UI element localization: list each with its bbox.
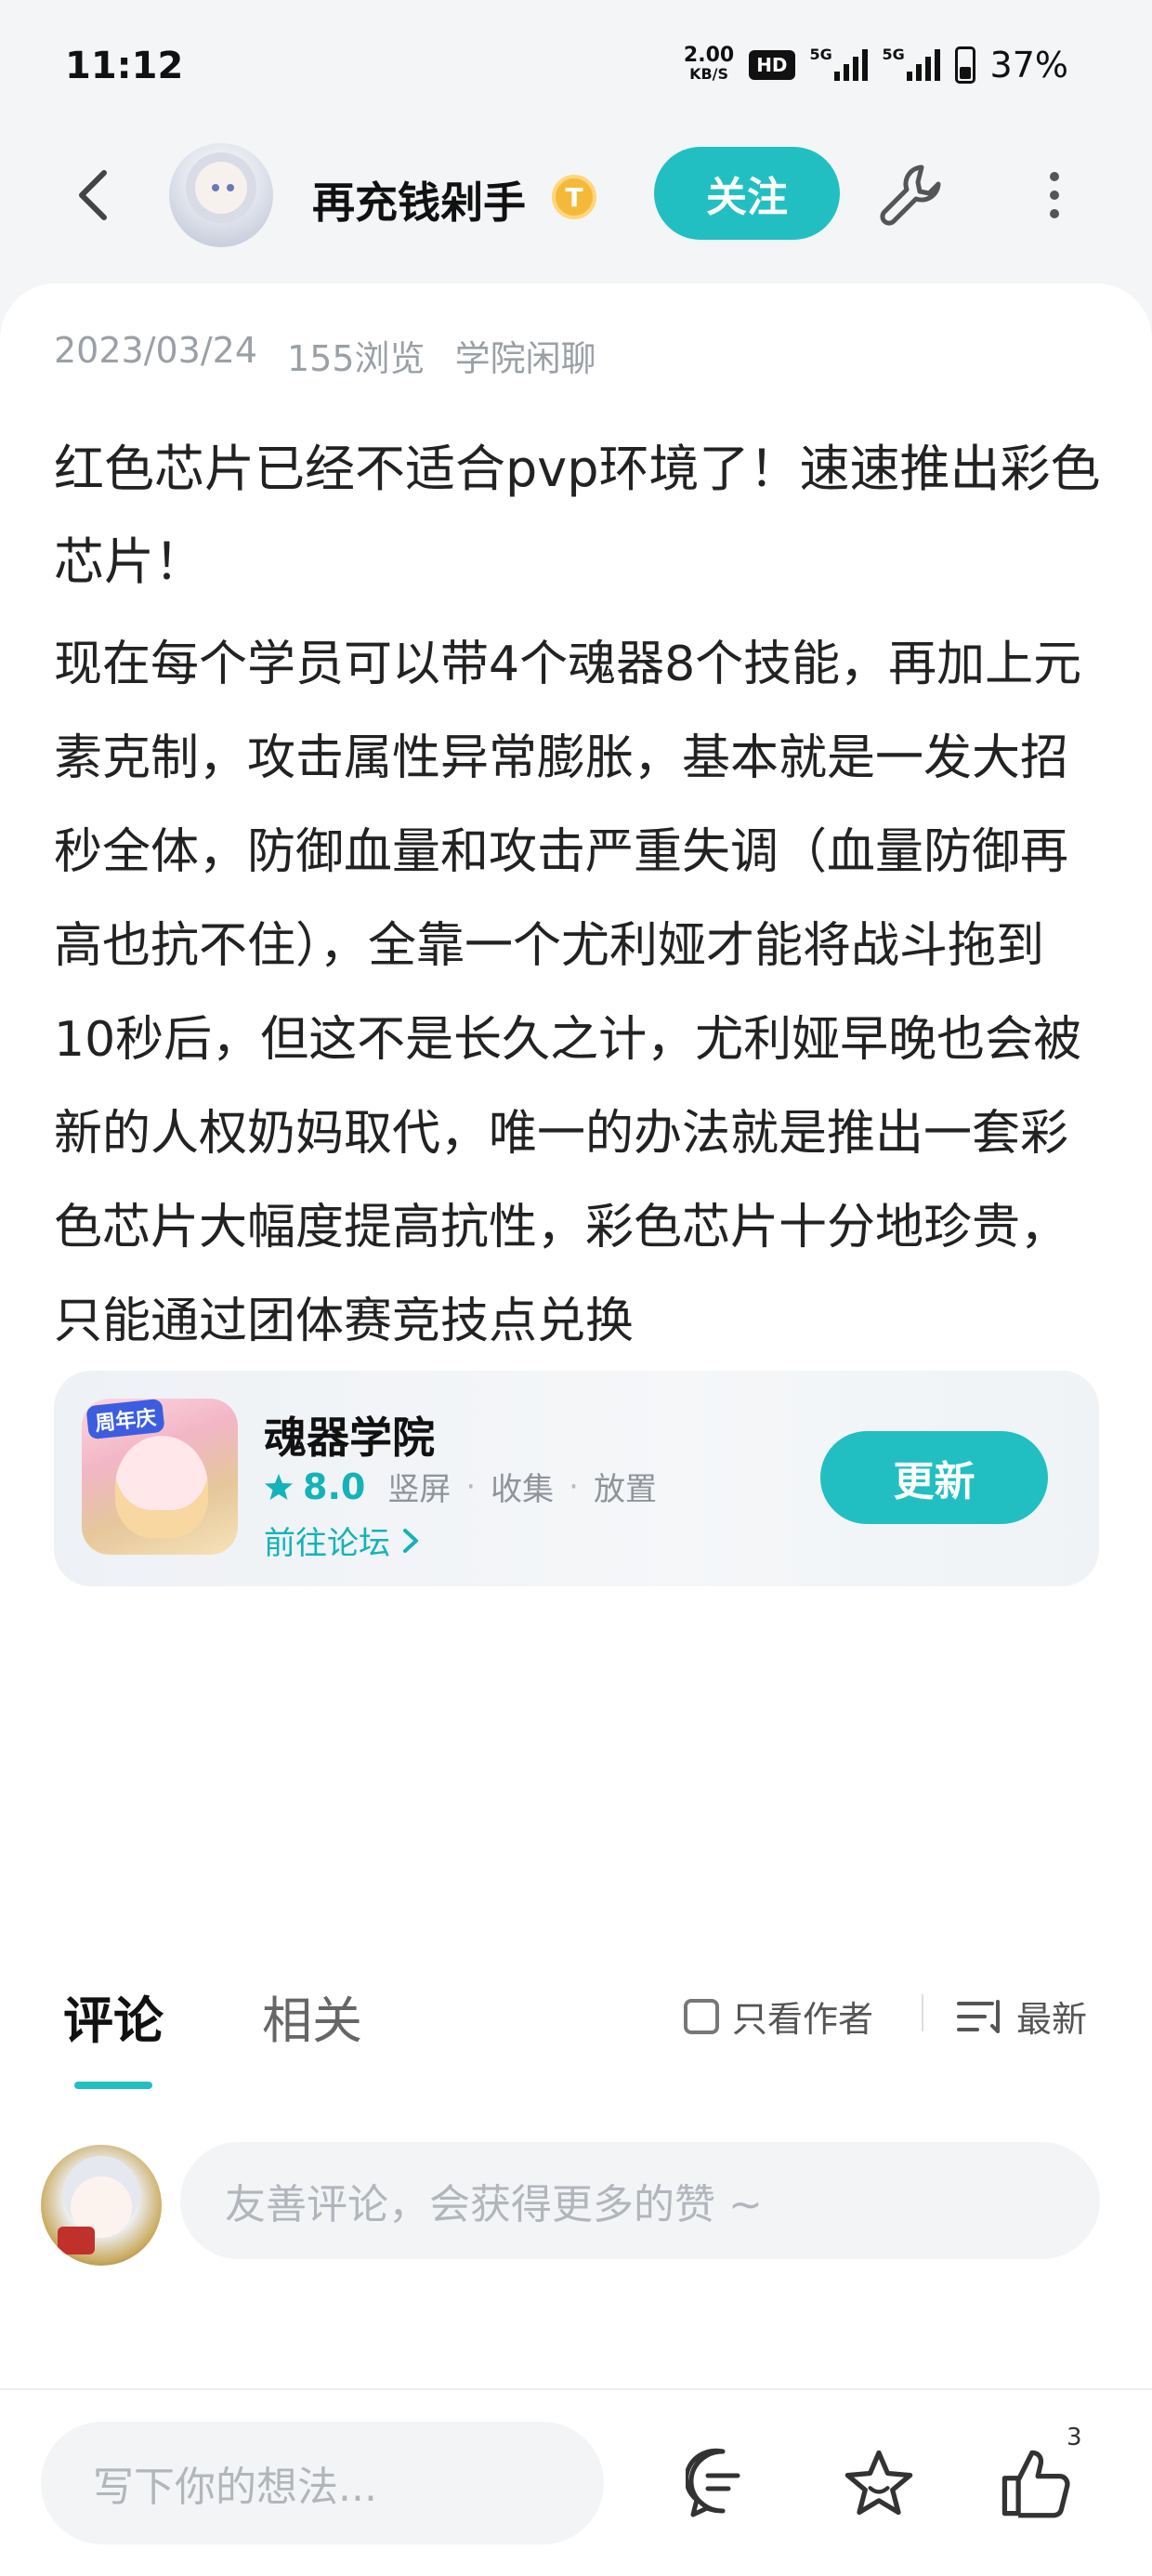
post-category[interactable]: 学院闲聊: [455, 330, 596, 381]
status-icons: 2.00 KB/S HD 5G 5G 37%: [684, 45, 1068, 85]
post-date: 2023/03/24: [54, 330, 258, 371]
post-body: 现在每个学员可以带4个魂器8个技能，再加上元素克制，攻击属性异常膨胀，基本就是一…: [54, 637, 1082, 1349]
update-button[interactable]: 更新: [820, 1431, 1048, 1524]
back-button[interactable]: [56, 158, 130, 232]
follow-button[interactable]: 关注: [654, 147, 840, 240]
comment-input[interactable]: 友善评论，会获得更多的赞 ~: [180, 2142, 1100, 2259]
comment-icon: [686, 2448, 740, 2517]
network-speed: 2.00 KB/S: [683, 44, 735, 84]
star-icon: [844, 2450, 913, 2516]
checkbox-icon[interactable]: [684, 1998, 719, 2034]
app-rating: 8.0: [303, 1465, 366, 1507]
level-badge-icon: T: [552, 175, 596, 219]
more-vertical-icon: [1050, 172, 1059, 218]
status-bar: 11:12 2.00 KB/S HD 5G 5G 37%: [0, 0, 1152, 139]
more-button[interactable]: [1022, 158, 1087, 232]
divider: [922, 1994, 923, 2031]
thought-input[interactable]: 写下你的想法...: [41, 2422, 604, 2544]
app-icon[interactable]: 周年庆: [82, 1399, 238, 1555]
comment-button[interactable]: [676, 2437, 769, 2530]
post-card: 2023/03/24 155浏览 学院闲聊 红色芯片已经不适合pvp环境了！速速…: [0, 283, 1152, 1933]
favorite-bottom-button[interactable]: [832, 2437, 925, 2530]
author-avatar[interactable]: [169, 143, 273, 247]
author-name[interactable]: 再充钱剁手: [312, 169, 526, 230]
wrench-button[interactable]: [873, 158, 948, 232]
sort-button[interactable]: 最新: [957, 1991, 1087, 2042]
wrench-icon: [880, 164, 941, 226]
post-meta: 2023/03/24 155浏览 学院闲聊: [54, 330, 596, 381]
app-name[interactable]: 魂器学院: [264, 1404, 435, 1465]
forum-link[interactable]: 前往论坛: [264, 1518, 420, 1563]
like-count-bottom: 3: [1067, 2424, 1082, 2451]
app-tag: 收集: [491, 1471, 555, 1508]
chevron-right-icon: [403, 1528, 418, 1553]
post-views: 155浏览: [287, 338, 425, 379]
signal-icon-2: 5G: [883, 46, 940, 81]
sort-icon: [957, 1999, 1000, 2033]
comments-section: 评论 相关 只看作者 最新 友善评论，会获得更多的赞 ~: [0, 1933, 1152, 2388]
status-time: 11:12: [65, 45, 184, 87]
app-card[interactable]: 周年庆 魂器学院 8.0 竖屏 · 收集 · 放置 前往论坛 更新: [54, 1371, 1099, 1586]
user-avatar[interactable]: [41, 2145, 162, 2266]
app-tag: 放置: [593, 1471, 657, 1508]
battery-percent: 37%: [989, 45, 1068, 85]
back-icon: [79, 170, 107, 220]
author-only-toggle[interactable]: 只看作者: [684, 1991, 873, 2042]
thumbs-up-icon: [1001, 2450, 1070, 2518]
app-tag: 竖屏: [387, 1471, 452, 1508]
tab-comments[interactable]: 评论: [63, 1979, 164, 2053]
hd-icon: HD: [749, 50, 795, 80]
battery-icon: [954, 46, 975, 84]
bottom-action-bar: 写下你的想法... 3: [0, 2388, 1152, 2576]
app-icon-tag: 周年庆: [85, 1399, 165, 1440]
tab-related[interactable]: 相关: [262, 1979, 362, 2053]
post-title: 红色芯片已经不适合pvp环境了！速速推出彩色芯片！: [54, 440, 1101, 591]
post-header: 再充钱剁手 T 关注: [0, 139, 1152, 251]
active-tab-indicator: [74, 2082, 152, 2089]
signal-icon: 5G: [810, 46, 868, 81]
rating-star-icon: [265, 1473, 293, 1500]
app-rating-row: 8.0 竖屏 · 收集 · 放置: [264, 1464, 657, 1509]
